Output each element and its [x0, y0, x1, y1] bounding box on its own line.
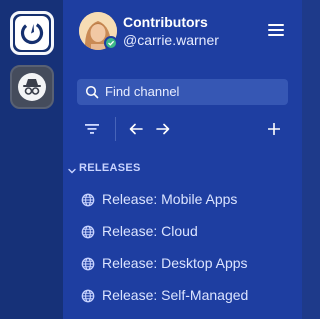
mattermost-logo-icon: [15, 16, 49, 50]
hamburger-menu-icon[interactable]: [268, 24, 286, 38]
channel-sidebar: Contributors @carrie.warner Find channel: [63, 0, 302, 319]
find-channel-button[interactable]: Find channel: [77, 79, 288, 105]
team-button-contributors[interactable]: [10, 11, 54, 55]
globe-icon: [81, 225, 95, 244]
chevron-down-icon: [68, 162, 76, 180]
globe-icon: [81, 257, 95, 276]
toolbar-divider: [115, 117, 116, 141]
forward-arrow-icon[interactable]: [154, 120, 172, 138]
channel-name: Release: Self-Managed: [102, 287, 249, 303]
incognito-icon: [18, 73, 46, 101]
team-button-incognito[interactable]: [10, 65, 54, 109]
channel-name: Release: Desktop Apps: [102, 255, 248, 271]
add-channel-icon[interactable]: [265, 120, 283, 138]
app-window: Contributors @carrie.warner Find channel: [0, 0, 302, 319]
section-label: RELEASES: [79, 162, 141, 174]
username: @carrie.warner: [123, 32, 219, 48]
globe-icon: [81, 289, 95, 308]
team-name[interactable]: Contributors: [123, 14, 208, 30]
channel-item[interactable]: Release: Desktop Apps: [63, 248, 302, 280]
search-icon: [85, 85, 99, 104]
online-status-icon: [104, 36, 118, 50]
section-header-releases[interactable]: RELEASES: [63, 156, 302, 180]
back-arrow-icon[interactable]: [127, 120, 145, 138]
channel-item[interactable]: Release: Mobile Apps: [63, 184, 302, 216]
channel-name: Release: Cloud: [102, 223, 198, 239]
filter-icon[interactable]: [83, 120, 101, 138]
channel-item[interactable]: Release: Self-Managed: [63, 280, 302, 312]
channel-item[interactable]: Release: Cloud: [63, 216, 302, 248]
sidebar-header: Contributors @carrie.warner: [63, 0, 302, 70]
find-channel-placeholder: Find channel: [105, 84, 180, 99]
channel-name: Release: Mobile Apps: [102, 191, 238, 207]
team-sidebar: [0, 0, 63, 319]
sidebar-toolbar: [63, 114, 302, 144]
globe-icon: [81, 193, 95, 212]
